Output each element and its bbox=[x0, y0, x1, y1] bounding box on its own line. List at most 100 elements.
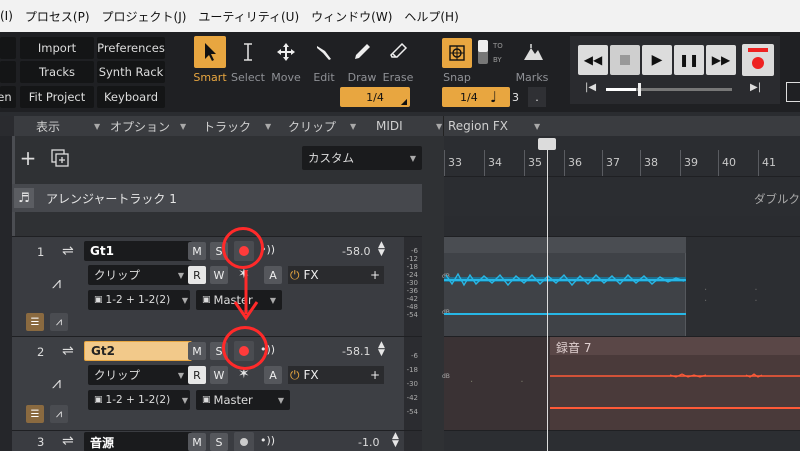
clip-menu[interactable]: クリップ ▼ bbox=[288, 118, 356, 134]
snap-value-select[interactable]: 1/4 ♩ bbox=[442, 87, 510, 107]
track-lanes-button[interactable]: ☰ bbox=[26, 313, 44, 331]
output-select[interactable]: ▣ Master ▼ bbox=[196, 390, 290, 410]
automation-button[interactable]: ⩘ bbox=[50, 405, 68, 423]
timeline-ruler[interactable]: 33 34 35 36 37 38 39 40 41 bbox=[444, 136, 800, 176]
menu-item-process[interactable]: プロセス(P) bbox=[25, 8, 90, 25]
mute-button[interactable]: M bbox=[188, 433, 206, 451]
read-automation-button[interactable]: R bbox=[188, 366, 206, 384]
track-row-1[interactable]: 1 ⇌ Gt1 M S •)) -58.0 ▲ ▼ ⩘ クリップ ▼ R W ✶ … bbox=[12, 236, 422, 336]
track-name-field[interactable]: Gt1 bbox=[84, 241, 192, 261]
clip-mode-select[interactable]: クリップ ▼ bbox=[88, 265, 190, 285]
input-echo-icon[interactable]: •)) bbox=[260, 434, 275, 447]
input-value: 1-2 + 1-2(2) bbox=[105, 394, 171, 406]
mute-button[interactable]: M bbox=[188, 242, 206, 260]
fast-forward-button[interactable]: ▶▶ bbox=[706, 45, 736, 75]
move-tool-button[interactable] bbox=[270, 36, 302, 68]
input-select[interactable]: ▣ 1-2 + 1-2(2) ▼ bbox=[88, 390, 190, 410]
arranger-track[interactable]: ♬ アレンジャートラック 1 bbox=[12, 184, 422, 212]
menu-item-window[interactable]: ウィンドウ(W) bbox=[311, 8, 392, 25]
clip-mode-value: クリップ bbox=[94, 268, 140, 282]
fx-bin[interactable]: ⏻ FX + bbox=[288, 266, 384, 284]
mute-button[interactable]: M bbox=[188, 342, 206, 360]
record-arm-button[interactable] bbox=[234, 432, 254, 451]
menu-item-utility[interactable]: ユーティリティ(U) bbox=[198, 8, 299, 25]
keyboard-button[interactable]: Keyboard bbox=[97, 86, 165, 108]
volume-stepper-icon[interactable]: ▲ ▼ bbox=[392, 432, 399, 449]
track-lanes-button[interactable]: ☰ bbox=[26, 405, 44, 423]
clip-mode-select[interactable]: クリップ ▼ bbox=[88, 365, 190, 385]
position-slider[interactable] bbox=[606, 83, 732, 96]
play-button[interactable]: ▶ bbox=[642, 45, 672, 75]
snap-switch[interactable] bbox=[478, 40, 488, 64]
volume-envelope-line[interactable] bbox=[444, 313, 686, 315]
menu-item-project[interactable]: プロジェクト(J) bbox=[102, 8, 187, 25]
smart-tool-button[interactable] bbox=[194, 36, 226, 68]
draw-tool-button[interactable] bbox=[346, 36, 378, 68]
toolbar-left-btn-2[interactable] bbox=[0, 61, 16, 83]
midi-menu[interactable]: MIDI ▼ bbox=[376, 118, 442, 134]
fx-add-icon[interactable]: + bbox=[370, 268, 380, 282]
marks-button[interactable] bbox=[518, 38, 548, 66]
view-menu[interactable]: 表示 ▼ bbox=[36, 118, 100, 134]
preferences-button[interactable]: Preferences bbox=[97, 37, 165, 59]
edit-tool-button[interactable] bbox=[308, 36, 340, 68]
loop-button[interactable] bbox=[786, 82, 800, 102]
read-automation-button[interactable]: R bbox=[188, 266, 206, 284]
volume-value[interactable]: -58.1 bbox=[342, 345, 370, 358]
snap-number[interactable]: 3 bbox=[512, 87, 526, 107]
options-menu[interactable]: オプション ▼ bbox=[110, 118, 186, 134]
select-tool-button[interactable] bbox=[232, 36, 264, 68]
go-to-end-icon[interactable]: ▶| bbox=[750, 82, 761, 93]
toolbar-left-btn-3[interactable]: nen bbox=[0, 86, 16, 108]
volume-stepper-icon[interactable]: ▲ ▼ bbox=[378, 241, 385, 258]
snap-toggle-button[interactable] bbox=[442, 38, 472, 68]
go-to-start-icon[interactable]: |◀ bbox=[585, 82, 596, 93]
tool-resolution-select[interactable]: 1/4 ◢ bbox=[340, 87, 410, 107]
region-fx-menu[interactable]: Region FX ▼ bbox=[448, 118, 540, 134]
fx-bin[interactable]: ⏻ FX + bbox=[288, 366, 384, 384]
track-row-2[interactable]: 2 ⇌ Gt2 M S •)) -58.1 ▲ ▼ ⩘ クリップ ▼ R W ✶ … bbox=[12, 336, 422, 430]
volume-value[interactable]: -58.0 bbox=[342, 245, 370, 258]
archive-button[interactable]: A bbox=[264, 266, 282, 284]
track-menu[interactable]: トラック ▼ bbox=[203, 118, 271, 134]
pause-button[interactable]: ❚❚ bbox=[674, 45, 704, 75]
menu-item-i[interactable]: (I) bbox=[0, 9, 13, 23]
track-name-field[interactable]: 音源 bbox=[84, 432, 192, 451]
archive-button[interactable]: A bbox=[264, 366, 282, 384]
menu-item-help[interactable]: ヘルプ(H) bbox=[404, 8, 458, 25]
write-automation-button[interactable]: W bbox=[210, 366, 228, 384]
rewind-button[interactable]: ◀◀ bbox=[578, 45, 608, 75]
volume-value[interactable]: -1.0 bbox=[358, 436, 379, 449]
volume-envelope-line[interactable] bbox=[550, 407, 800, 409]
tracks-button[interactable]: Tracks bbox=[20, 61, 94, 83]
volume-stepper-icon[interactable]: ▲ ▼ bbox=[378, 341, 385, 358]
playhead-line[interactable] bbox=[547, 140, 548, 451]
record-button[interactable] bbox=[742, 44, 774, 76]
options-menu-label: オプション bbox=[110, 119, 171, 134]
toolbar-left-btn-1[interactable] bbox=[0, 37, 16, 59]
quarter-note-icon: ♩ bbox=[490, 88, 498, 106]
track-row-3[interactable]: 3 ⇌ 音源 M S •)) -1.0 ▲ ▼ bbox=[12, 430, 422, 451]
erase-tool-label: Erase bbox=[382, 71, 414, 84]
stop-button[interactable] bbox=[610, 45, 640, 75]
import-button[interactable]: Import bbox=[20, 37, 94, 59]
fx-add-icon[interactable]: + bbox=[370, 368, 380, 382]
fit-project-button[interactable]: Fit Project bbox=[20, 86, 94, 108]
write-automation-button[interactable]: W bbox=[210, 266, 228, 284]
track-view-preset-select[interactable]: カスタム ▼ bbox=[302, 146, 422, 170]
solo-button[interactable]: S bbox=[210, 433, 228, 451]
snap-dot-box[interactable]: . bbox=[528, 87, 546, 107]
track-name-field[interactable]: Gt2 bbox=[84, 341, 192, 361]
audio-clip-gt1[interactable]: dB dB bbox=[442, 237, 686, 337]
section-bar: 表示 ▼ オプション ▼ トラック ▼ クリップ ▼ MIDI ▼ Region FX ▼ bbox=[0, 116, 800, 136]
input-select[interactable]: ▣ 1-2 + 1-2(2) ▼ bbox=[88, 290, 190, 310]
synth-rack-button[interactable]: Synth Rack bbox=[97, 61, 165, 83]
add-track-folder-icon[interactable] bbox=[50, 148, 70, 168]
automation-button[interactable]: ⩘ bbox=[50, 313, 68, 331]
arranger-section-text: ダブルク bbox=[754, 192, 800, 206]
recording-clip[interactable]: 録音 7 bbox=[550, 337, 800, 431]
erase-tool-button[interactable] bbox=[382, 36, 414, 68]
ruler-label: 36 bbox=[568, 156, 582, 169]
position-slider-handle[interactable] bbox=[638, 83, 641, 96]
add-track-icon[interactable]: + bbox=[18, 146, 38, 170]
